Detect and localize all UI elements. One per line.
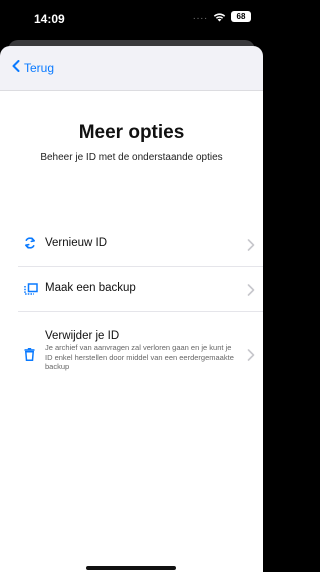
backup-icon (24, 282, 38, 300)
status-indicators: .... 68 (193, 11, 251, 22)
option-delete-id[interactable]: Verwijder je ID Je archief van aanvragen… (0, 312, 263, 390)
content-area: Meer opties Beheer je ID met de ondersta… (0, 91, 263, 572)
chevron-left-icon (12, 60, 20, 75)
option-description: Je archief van aanvragen zal verloren ga… (45, 343, 234, 371)
page-title: Meer opties (78, 122, 185, 143)
option-label: Vernieuw ID (45, 237, 108, 249)
navigation-bar: Terug (0, 46, 263, 91)
option-renew-id[interactable]: Vernieuw ID (0, 222, 263, 266)
chevron-right-icon (247, 238, 255, 256)
back-button[interactable]: Terug (12, 60, 54, 75)
signal-icon: .... (192, 11, 208, 22)
page-subtitle: Beheer je ID met de onderstaande opties (40, 152, 223, 163)
home-indicator[interactable] (86, 566, 176, 570)
option-label: Maak een backup (45, 282, 136, 294)
refresh-icon (24, 236, 36, 255)
option-make-backup[interactable]: Maak een backup (0, 267, 263, 311)
status-time: 14:09 (34, 12, 65, 26)
status-bar: 14:09 .... 68 (0, 0, 263, 38)
chevron-right-icon (247, 348, 255, 366)
options-sheet: Terug Meer opties Beheer je ID met de on… (0, 46, 263, 572)
trash-icon (24, 348, 35, 366)
option-label: Verwijder je ID (45, 330, 120, 342)
wifi-icon (213, 12, 226, 22)
chevron-right-icon (247, 283, 255, 301)
battery-icon: 68 (231, 11, 251, 22)
back-label: Terug (24, 60, 55, 75)
